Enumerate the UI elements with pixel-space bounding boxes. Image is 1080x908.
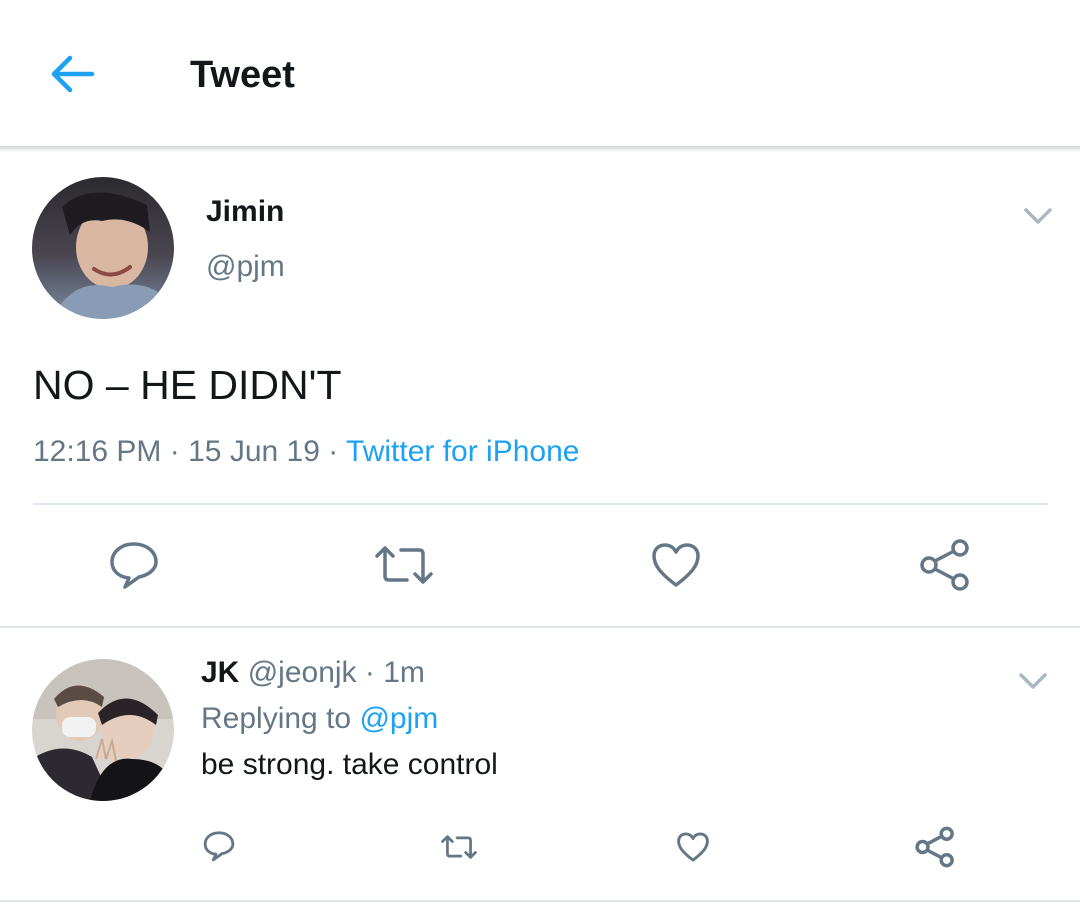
tweet-source-link[interactable]: Twitter for iPhone (346, 435, 579, 468)
reply-time-ago: 1m (383, 656, 425, 689)
reply-author-handle[interactable]: @jeonjk (248, 656, 357, 689)
top-app-bar: Tweet (0, 0, 1080, 147)
share-icon (920, 539, 969, 591)
retweet-icon (375, 546, 433, 584)
tweet-options-button[interactable] (1022, 205, 1054, 227)
page-title: Tweet (190, 54, 295, 96)
reply-options-button[interactable] (1017, 670, 1049, 692)
meta-separator: · (169, 435, 180, 468)
meta-separator: · (328, 435, 339, 468)
reply-author-name[interactable]: JK (201, 656, 239, 689)
share-icon (915, 826, 954, 868)
like-icon (652, 543, 700, 587)
retweet-icon (441, 835, 477, 859)
author-name[interactable]: Jimin (206, 193, 284, 231)
chevron-down-icon (1024, 208, 1052, 224)
reply-icon (203, 831, 235, 862)
avatar-photo (32, 659, 174, 801)
like-icon (677, 832, 709, 862)
header-divider (0, 146, 1080, 152)
arrow-left-icon (51, 55, 95, 93)
reply-icon (110, 542, 158, 589)
like-button[interactable] (650, 541, 702, 589)
reply-author-avatar[interactable] (32, 659, 174, 801)
author-avatar[interactable] (32, 177, 174, 319)
reply-share-button[interactable] (914, 826, 956, 868)
retweet-button[interactable] (373, 542, 435, 588)
tweet-text: NO – HE DIDN'T (33, 362, 342, 408)
tweet-detail-screen: Tweet Jimin @pjm NO – HE DIDN'T 12:16 PM… (0, 0, 1080, 908)
reply-button[interactable] (107, 540, 161, 590)
replying-to-mention[interactable]: @pjm (359, 702, 438, 735)
avatar-photo (32, 177, 174, 319)
replying-to-label: Replying to (201, 702, 352, 735)
tweet-meta: 12:16 PM · 15 Jun 19 · Twitter for iPhon… (33, 433, 579, 471)
tweet-time: 12:16 PM (33, 435, 162, 468)
divider (0, 900, 1080, 902)
divider (0, 626, 1080, 628)
reply-reply-button[interactable] (202, 830, 236, 862)
tweet-date: 15 Jun 19 (188, 435, 320, 468)
back-button[interactable] (44, 52, 100, 96)
reply-like-button[interactable] (676, 831, 710, 863)
replying-to-line: Replying to @pjm (201, 700, 438, 738)
meta-separator: · (364, 656, 375, 689)
author-handle[interactable]: @pjm (206, 248, 285, 286)
reply-header: JK @jeonjk · 1m (201, 654, 425, 692)
share-button[interactable] (918, 538, 972, 592)
chevron-down-icon (1019, 673, 1047, 689)
reply-retweet-button[interactable] (440, 833, 478, 861)
divider (33, 503, 1048, 505)
reply-text: be strong. take control (201, 748, 498, 781)
